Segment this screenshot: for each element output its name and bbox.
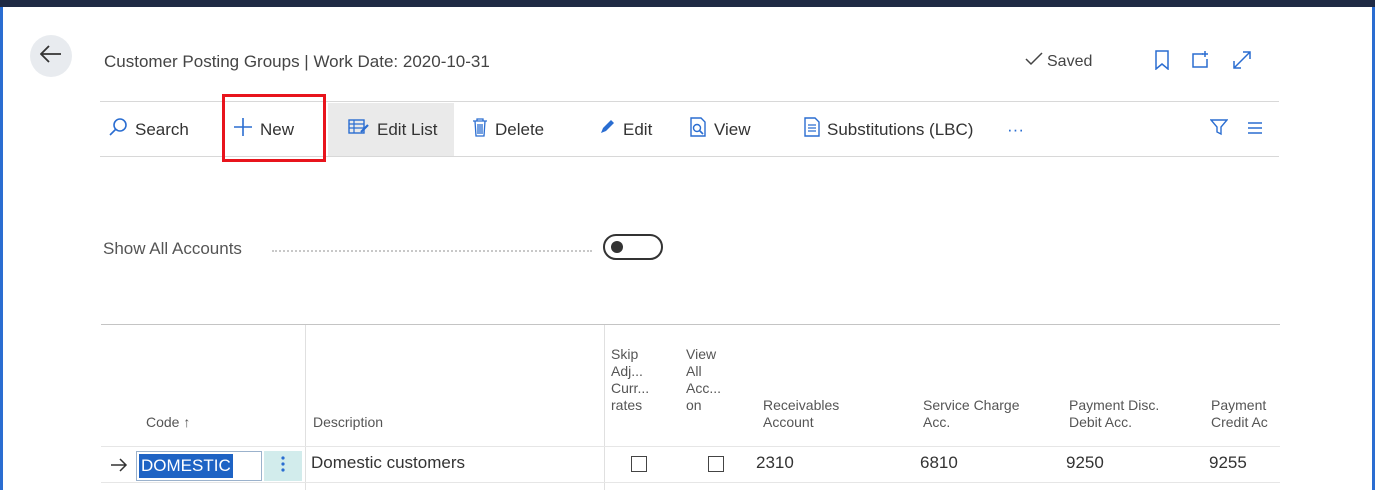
filter-icon xyxy=(1209,118,1229,141)
expand-icon[interactable] xyxy=(1232,50,1252,75)
edit-list-icon xyxy=(348,118,370,141)
service-charge-cell[interactable]: 6810 xyxy=(920,453,958,473)
trash-icon xyxy=(472,117,488,142)
show-all-accounts-toggle[interactable] xyxy=(603,234,663,260)
edit-button[interactable]: Edit xyxy=(598,103,652,156)
payment-disc-credit-cell[interactable]: 9255 xyxy=(1209,453,1247,473)
search-label: Search xyxy=(135,119,189,139)
pencil-icon xyxy=(598,118,616,141)
column-separator xyxy=(305,325,306,490)
search-icon xyxy=(108,117,128,142)
header-line: Credit Ac xyxy=(1211,414,1268,430)
more-label: ··· xyxy=(1007,119,1024,139)
header-line: Curr... xyxy=(611,380,650,396)
description-cell[interactable]: Domestic customers xyxy=(311,453,465,473)
open-new-window-icon[interactable] xyxy=(1191,50,1211,75)
header-line: Adj... xyxy=(611,363,643,379)
header-line: Payment Disc. xyxy=(1069,397,1160,413)
list-icon xyxy=(1247,120,1263,140)
more-options-button[interactable]: ··· xyxy=(1007,103,1024,156)
saved-label: Saved xyxy=(1047,52,1093,70)
header-line: Account xyxy=(763,414,814,430)
bookmark-icon[interactable] xyxy=(1155,50,1169,75)
checkmark-icon xyxy=(1025,52,1043,71)
header-line: Payment xyxy=(1211,397,1267,413)
document-icon xyxy=(804,117,820,142)
page-title: Customer Posting Groups | Work Date: 202… xyxy=(104,52,490,71)
row-actions-button[interactable] xyxy=(264,451,302,481)
header-line: View xyxy=(686,346,717,362)
col-header-service-charge[interactable]: Service Charge Acc. xyxy=(923,397,1020,431)
code-cell-value: DOMESTIC xyxy=(139,454,233,478)
header-line: Skip xyxy=(611,346,639,362)
col-header-receivables[interactable]: Receivables Account xyxy=(763,397,839,431)
back-button[interactable] xyxy=(30,35,72,77)
header-line: Service Charge xyxy=(923,397,1020,413)
row-bottom-border xyxy=(101,482,1280,483)
header-line: rates xyxy=(611,397,643,413)
list-view-button[interactable] xyxy=(1247,103,1263,156)
substitutions-button[interactable]: Substitutions (LBC) xyxy=(804,103,973,156)
header-line: Acc. xyxy=(923,414,951,430)
col-header-payment-disc-debit[interactable]: Payment Disc. Debit Acc. xyxy=(1069,397,1159,431)
current-row-arrow-icon xyxy=(110,458,128,477)
substitutions-label: Substitutions (LBC) xyxy=(827,119,974,139)
col-header-code[interactable]: Code ↑ xyxy=(146,414,190,431)
col-header-payment-disc-credit[interactable]: Payment Credit Ac xyxy=(1211,397,1271,431)
table-top-border xyxy=(101,324,1280,325)
search-button[interactable]: Search xyxy=(108,103,189,156)
col-header-skip-adj[interactable]: Skip Adj... Curr... rates xyxy=(611,346,649,414)
window-top-bar xyxy=(0,0,1375,7)
toggle-knob xyxy=(611,241,623,253)
edit-list-label: Edit List xyxy=(377,119,438,139)
header-line: All xyxy=(686,363,702,379)
delete-button[interactable]: Delete xyxy=(472,103,544,156)
view-all-accounts-checkbox[interactable] xyxy=(708,456,724,472)
more-vertical-icon xyxy=(281,455,285,478)
col-header-description[interactable]: Description xyxy=(313,414,383,431)
header-line: on xyxy=(686,397,702,413)
delete-label: Delete xyxy=(495,119,545,139)
col-header-view-all[interactable]: View All Acc... on xyxy=(686,346,721,414)
column-separator xyxy=(604,325,605,490)
header-bottom-border xyxy=(101,446,1280,447)
frame-border-left xyxy=(0,7,3,490)
view-icon xyxy=(689,117,707,142)
show-all-accounts-label: Show All Accounts xyxy=(103,239,242,258)
edit-label: Edit xyxy=(623,119,653,139)
edit-list-button[interactable]: Edit List xyxy=(328,103,454,156)
receivables-account-cell[interactable]: 2310 xyxy=(756,453,794,473)
dotted-leader xyxy=(272,250,592,252)
view-label: View xyxy=(714,119,751,139)
arrow-left-icon xyxy=(39,44,62,68)
code-cell-input[interactable]: DOMESTIC xyxy=(136,451,262,481)
saved-status: Saved xyxy=(1025,52,1092,71)
payment-disc-debit-cell[interactable]: 9250 xyxy=(1066,453,1104,473)
header-line: Acc... xyxy=(686,380,722,396)
new-button-highlight xyxy=(222,94,326,162)
skip-adj-checkbox[interactable] xyxy=(631,456,647,472)
header-line: Debit Acc. xyxy=(1069,414,1133,430)
filter-button[interactable] xyxy=(1209,103,1229,156)
view-button[interactable]: View xyxy=(689,103,751,156)
header-line: Receivables xyxy=(763,397,840,413)
